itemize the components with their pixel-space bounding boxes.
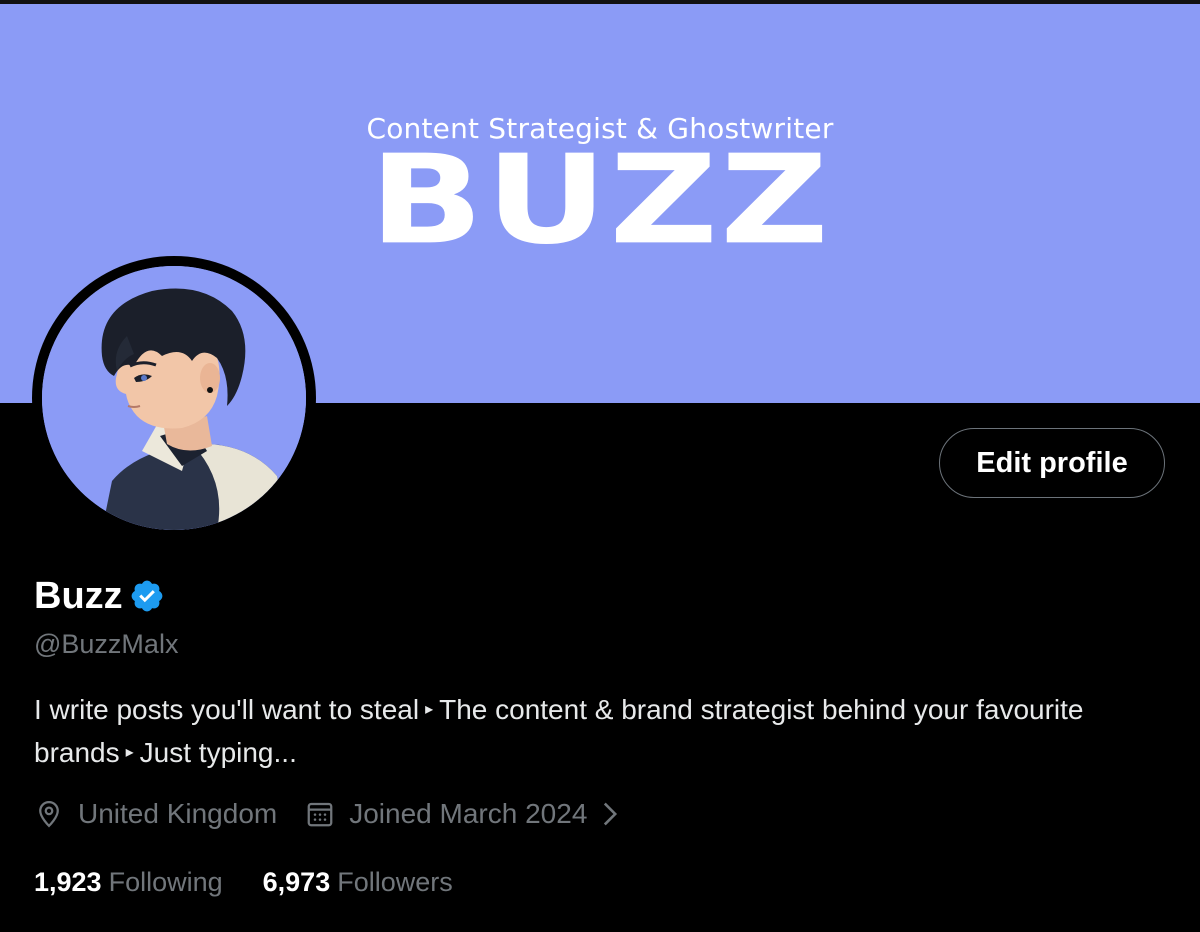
banner-title: BUZZ (369, 129, 831, 272)
following-count: 1,923 (34, 867, 102, 897)
chevron-right-icon[interactable] (601, 801, 619, 827)
location-item: United Kingdom (34, 794, 277, 834)
profile-meta: United Kingdom Joined March 2024 (34, 794, 633, 834)
bio-separator: ▸ (125, 744, 134, 762)
joined-item[interactable]: Joined March 2024 (305, 794, 633, 834)
calendar-icon (307, 802, 333, 827)
user-handle: @BuzzMalx (34, 629, 179, 659)
avatar[interactable] (42, 266, 306, 530)
followers-count: 6,973 (262, 867, 331, 897)
profile-bio: I write posts you'll want to steal ▸ The c… (34, 690, 1144, 776)
followers-link[interactable]: 6,973 Followers (263, 862, 453, 902)
joined-text: Joined March 2024 (349, 798, 588, 829)
bio-part-1: I write posts you'll want to steal (34, 694, 420, 725)
verified-badge-icon[interactable] (129, 578, 165, 614)
anime-character-avatar-icon (42, 266, 306, 530)
bio-separator: ▸ (425, 701, 434, 719)
location-text: United Kingdom (78, 798, 278, 829)
following-label: Following (108, 867, 223, 897)
followers-label: Followers (337, 867, 453, 897)
following-link[interactable]: 1,923 Following (34, 862, 223, 902)
display-name: Buzz (34, 575, 123, 617)
location-pin-icon (39, 800, 59, 828)
follow-stats: 1,923 Following 6,973 Followers (34, 862, 453, 902)
name-row: Buzz (34, 572, 165, 620)
edit-profile-button[interactable]: Edit profile (939, 428, 1165, 498)
profile-page: Content Strategist & Ghostwriter BUZZ Ed… (0, 0, 1200, 932)
bio-part-3: Just typing... (139, 737, 297, 769)
